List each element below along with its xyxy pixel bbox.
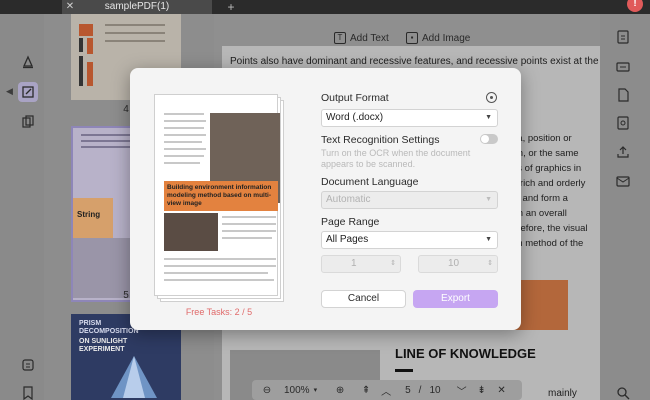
text-icon: T [334,32,346,44]
stepper-icon: ⇕ [390,260,396,267]
convert-icon[interactable] [616,30,630,44]
preview-text-line [164,127,204,129]
thumbnail-band: String [73,198,113,238]
ocr-hint: Turn on the OCR when the document appear… [321,148,471,169]
page-range-value: All Pages [326,234,369,245]
document-tab[interactable]: samplePDF(1) [62,0,212,14]
thumbnail-subtitle: ON SUNLIGHT EXPERIMENT [79,338,128,353]
range-to-input[interactable]: 10 ⇕ [418,255,498,273]
preview-text-line [222,237,272,239]
page-separator: / [418,384,422,396]
new-tab-button[interactable]: + [224,0,238,14]
preview-text-line [164,272,268,274]
document-tab-title: samplePDF(1) [104,1,170,12]
edit-tool-icon[interactable] [18,82,38,102]
range-to-value: 10 [448,258,460,269]
heading-underline [395,369,413,372]
preview-text-line [164,120,206,122]
add-text-label: Add Text [350,32,389,44]
share-icon[interactable] [616,145,630,159]
previous-page-icon[interactable]: ︿ [379,383,393,398]
image-icon: ▪ [406,32,418,44]
zoom-out-icon[interactable]: ⊖ [258,385,276,396]
add-image-label: Add Image [422,32,471,44]
ocr-toggle[interactable] [480,134,498,144]
preview-text-line [164,279,274,281]
pages-tool-icon[interactable] [18,112,38,132]
zoom-dropdown-icon[interactable]: ▾ [314,386,318,394]
collapse-arrow-icon[interactable]: ◀ [6,86,13,97]
first-page-icon[interactable]: ⇞ [359,385,373,396]
close-tab-icon[interactable]: ✕ [64,0,76,14]
document-text-fragment: e rich and orderly [512,178,586,189]
add-text-button[interactable]: T Add Text [334,30,389,46]
stepper-icon: ⇕ [487,260,493,267]
page-range-select[interactable]: All Pages ▼ [321,231,498,249]
document-text-fragment: rm, or the same [512,148,579,159]
document-text-fragment: ds of graphics in [512,163,582,174]
zoom-level[interactable]: 100% [284,385,310,396]
preview-text-line [164,148,206,150]
add-image-button[interactable]: ▪ Add Image [406,30,470,46]
mail-icon[interactable] [616,174,630,188]
output-format-label: Output Format [321,92,389,104]
preview-text-line [164,155,204,157]
document-text-fragment: on method of the [512,238,584,249]
total-pages: 10 [429,384,441,396]
chevron-down-icon: ▼ [485,196,492,203]
preview-text-line [164,258,276,260]
help-icon[interactable] [486,92,497,103]
close-icon[interactable]: ✕ [495,385,509,396]
chevron-down-icon: ▼ [485,236,492,243]
preview-text-line [164,134,206,136]
highlight-tool-icon[interactable] [18,52,38,72]
export-button[interactable]: Export [413,290,498,308]
preview-text-line [222,216,276,218]
document-language-select[interactable]: Automatic ▼ [321,191,498,209]
preview-heading: Building environment information modelin… [164,181,278,211]
next-page-icon[interactable]: ﹀ [455,383,469,398]
pdf-icon[interactable] [616,60,630,74]
output-format-select[interactable]: Word (.docx) ▼ [321,109,498,127]
protect-icon[interactable] [616,116,630,130]
page-range-label: Page Range [321,216,380,228]
free-tasks-label[interactable]: Free Tasks: 2 / 5 [154,307,284,317]
preview-image [164,213,218,251]
preview-text-line [222,223,276,225]
cancel-button[interactable]: Cancel [321,290,406,308]
preview-text-line [164,141,202,143]
document-text-fragment: mainly [548,388,577,399]
range-from-value: 1 [351,258,357,269]
search-icon[interactable] [616,386,630,400]
preview-text-line [164,162,200,164]
zoom-in-icon[interactable]: ⊕ [331,385,349,396]
bookmark-icon[interactable] [18,383,38,400]
last-page-icon[interactable]: ⇟ [475,385,489,396]
page-navigation-bar: ⊖ 100% ▾ ⊕ ⇞ ︿ 5 / 10 ﹀ ⇟ ✕ [252,380,522,400]
document-language-label: Document Language [321,176,419,188]
document-language-value: Automatic [326,194,371,205]
output-format-value: Word (.docx) [326,112,384,123]
chevron-down-icon: ▼ [485,114,492,121]
preview-text-line [222,230,276,232]
document-icon[interactable] [616,88,630,102]
section-heading: LINE OF KNOWLEDGE [395,346,536,361]
prism-image [111,356,157,398]
text-recognition-label: Text Recognition Settings [321,134,440,146]
range-from-input[interactable]: 1 ⇕ [321,255,401,273]
preview-text-line [164,113,204,115]
preview-text-line [164,265,276,267]
document-top-line: Points also have dominant and recessive … [230,56,599,67]
current-page-field[interactable]: 5 [405,385,411,396]
document-text-fragment: erefore, the visual [512,223,588,234]
organize-icon[interactable] [18,355,38,375]
